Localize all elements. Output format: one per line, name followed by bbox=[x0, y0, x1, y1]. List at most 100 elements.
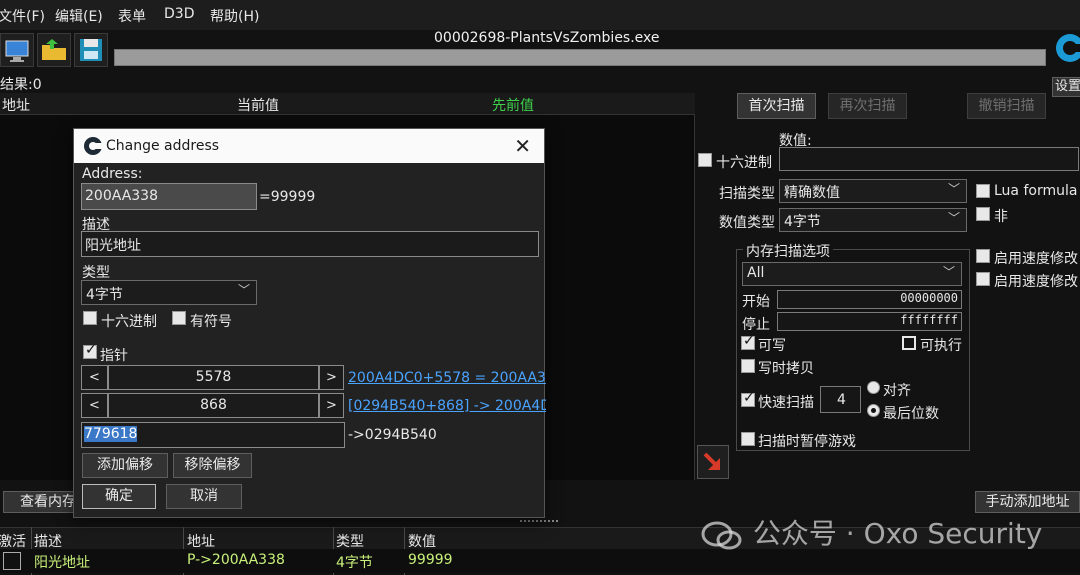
add-address-manually-button[interactable]: 手动添加地址 bbox=[975, 491, 1080, 513]
fast-scan-checkbox[interactable] bbox=[741, 390, 755, 407]
value-type-label: 数值类型 bbox=[719, 215, 775, 231]
address-label: Address: bbox=[82, 166, 143, 182]
save-icon bbox=[80, 39, 102, 61]
lua-formula-label: Lua formula bbox=[994, 183, 1078, 199]
offset1-input[interactable]: 5578 bbox=[108, 365, 319, 390]
lua-formula-checkbox[interactable] bbox=[976, 184, 990, 198]
speedhack-checkbox-2[interactable] bbox=[976, 272, 990, 286]
not-checkbox[interactable] bbox=[976, 207, 990, 221]
ok-button[interactable]: 确定 bbox=[82, 484, 156, 509]
scan-type-label: 扫描类型 bbox=[719, 186, 775, 202]
chevron-down-icon: ﹀ bbox=[942, 265, 955, 279]
offset1-result-link[interactable]: 200A4DC0+5578 = 200AA338 bbox=[348, 370, 546, 386]
value-type-value: 4字节 bbox=[784, 214, 821, 230]
memory-region-value: All bbox=[747, 265, 765, 281]
col-description[interactable]: 描述 bbox=[34, 531, 62, 551]
col-current[interactable]: 当前值 bbox=[237, 95, 279, 115]
row-description: 阳光地址 bbox=[34, 555, 90, 571]
open-process-button[interactable] bbox=[0, 33, 34, 67]
memory-options-title: 内存扫描选项 bbox=[743, 241, 833, 261]
offset1-decrease-button[interactable]: < bbox=[81, 365, 108, 390]
settings-button[interactable]: 设置 bbox=[1052, 77, 1080, 97]
stop-address-input[interactable]: ffffffff bbox=[777, 312, 962, 331]
undo-scan-button[interactable]: 撤销扫描 bbox=[967, 93, 1046, 119]
row-address: P->200AA338 bbox=[187, 552, 285, 568]
memory-region-select[interactable]: All ﹀ bbox=[742, 262, 962, 286]
view-memory-button[interactable]: 查看内存 bbox=[3, 491, 83, 513]
signed-checkbox[interactable] bbox=[172, 311, 186, 325]
cheat-engine-logo[interactable] bbox=[1052, 28, 1080, 70]
row-value: 99999 bbox=[408, 552, 453, 568]
fast-scan-input[interactable]: 4 bbox=[820, 386, 861, 413]
offset2-input[interactable]: 868 bbox=[108, 393, 319, 418]
pointer-checkbox[interactable] bbox=[83, 342, 97, 359]
col-table-address[interactable]: 地址 bbox=[187, 531, 215, 551]
speedhack-checkbox-1[interactable] bbox=[976, 249, 990, 263]
close-icon[interactable]: ✕ bbox=[514, 134, 531, 158]
col-value[interactable]: 数值 bbox=[408, 531, 436, 551]
offset2-increase-button[interactable]: > bbox=[319, 393, 344, 418]
red-arrow-icon bbox=[703, 452, 721, 470]
menu-help[interactable]: 帮助(H) bbox=[210, 6, 259, 26]
cancel-button[interactable]: 取消 bbox=[166, 484, 242, 509]
splitter-handle[interactable] bbox=[520, 520, 558, 523]
active-checkbox[interactable] bbox=[3, 552, 21, 570]
remove-offset-button[interactable]: 移除偏移 bbox=[173, 453, 252, 478]
writable-checkbox[interactable] bbox=[741, 333, 755, 350]
base-address-input[interactable]: 779618 bbox=[81, 422, 345, 448]
chevron-down-icon: ﹀ bbox=[947, 182, 960, 196]
dialog-hex-label: 十六进制 bbox=[101, 314, 157, 330]
scan-value-input[interactable] bbox=[779, 147, 1079, 171]
open-file-button[interactable] bbox=[37, 33, 71, 67]
description-input[interactable]: 阳光地址 bbox=[81, 231, 539, 257]
col-previous[interactable]: 先前值 bbox=[492, 95, 534, 115]
align-radio[interactable] bbox=[867, 381, 880, 394]
menu-edit[interactable]: 编辑(E) bbox=[55, 6, 103, 26]
table-row[interactable]: 阳光地址 P->200AA338 4字节 99999 bbox=[0, 549, 1080, 573]
dialog-titlebar: Change address ✕ bbox=[74, 129, 544, 163]
menu-table[interactable]: 表单 bbox=[118, 6, 146, 26]
watermark-text: 公众号 · Oxo Security bbox=[752, 517, 1043, 550]
add-to-list-button[interactable] bbox=[697, 445, 729, 479]
watermark: 公众号 · Oxo Security bbox=[700, 512, 1042, 552]
not-label: 非 bbox=[994, 209, 1008, 225]
start-label: 开始 bbox=[742, 294, 770, 310]
hex-checkbox[interactable] bbox=[698, 153, 712, 167]
col-type[interactable]: 类型 bbox=[336, 531, 364, 551]
last-digits-radio[interactable] bbox=[867, 404, 880, 417]
ce-logo-icon bbox=[1056, 34, 1080, 62]
start-address-input[interactable]: 00000000 bbox=[777, 290, 962, 309]
offset2-decrease-button[interactable]: < bbox=[81, 393, 108, 418]
change-address-dialog: Change address ✕ Address: 200AA338 =9999… bbox=[73, 128, 546, 518]
address-input[interactable]: 200AA338 bbox=[81, 183, 257, 210]
base-address-result: ->0294B540 bbox=[348, 427, 437, 443]
menu-d3d[interactable]: D3D bbox=[164, 6, 194, 22]
save-button[interactable] bbox=[74, 33, 108, 67]
menu-file[interactable]: 文件(F) bbox=[0, 6, 45, 26]
pause-game-label: 扫描时暂停游戏 bbox=[758, 434, 856, 450]
hex-label: 十六进制 bbox=[716, 155, 772, 171]
scan-type-select[interactable]: 精确数值 ﹀ bbox=[779, 179, 967, 203]
scan-progress-bar bbox=[114, 49, 1046, 66]
last-digits-label: 最后位数 bbox=[883, 406, 939, 422]
type-value: 4字节 bbox=[86, 287, 123, 303]
offset2-result-link[interactable]: [0294B540+868] -> 200A4DC0 bbox=[348, 398, 546, 414]
copy-on-write-checkbox[interactable] bbox=[741, 359, 755, 373]
type-label: 类型 bbox=[82, 265, 110, 281]
col-address[interactable]: 地址 bbox=[2, 95, 30, 115]
value-type-select[interactable]: 4字节 ﹀ bbox=[779, 208, 967, 232]
pause-game-checkbox[interactable] bbox=[741, 432, 755, 446]
speedhack-label-1: 启用速度修改 bbox=[994, 251, 1078, 267]
type-select[interactable]: 4字节 ﹀ bbox=[81, 280, 257, 305]
col-active[interactable]: 激活 bbox=[0, 531, 26, 551]
chevron-down-icon: ﹀ bbox=[947, 211, 960, 225]
offset1-increase-button[interactable]: > bbox=[319, 365, 344, 390]
first-scan-button[interactable]: 首次扫描 bbox=[737, 93, 816, 119]
next-scan-button[interactable]: 再次扫描 bbox=[828, 93, 907, 119]
add-offset-button[interactable]: 添加偏移 bbox=[82, 453, 168, 478]
dialog-hex-checkbox[interactable] bbox=[83, 311, 97, 325]
fast-scan-label: 快速扫描 bbox=[758, 395, 814, 411]
pointer-label: 指针 bbox=[100, 348, 128, 364]
dialog-title: Change address bbox=[106, 138, 220, 154]
executable-checkbox[interactable] bbox=[902, 336, 916, 350]
